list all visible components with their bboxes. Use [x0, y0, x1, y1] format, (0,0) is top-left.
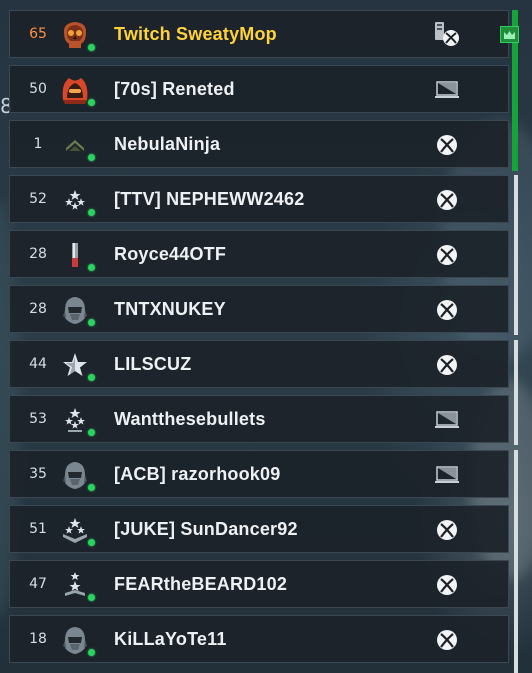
xbox-icon: [433, 131, 461, 159]
xbox-icon: [433, 186, 461, 214]
player-level: 28: [29, 301, 47, 317]
online-status-dot: [88, 44, 95, 51]
player-row[interactable]: 28 Royce44OTF: [9, 230, 509, 278]
player-level: 44: [29, 356, 47, 372]
online-status-dot: [88, 649, 95, 656]
player-row[interactable]: 35 [ACB] razorhook09: [9, 450, 509, 498]
player-name: FEARtheBEARD102: [114, 573, 288, 594]
player-row[interactable]: 1 NebulaNinja: [9, 120, 509, 168]
player-level: 53: [29, 411, 47, 427]
star-cluster-rank-icon: [59, 184, 91, 216]
player-row[interactable]: 52 [TTV] NEPHEWW2462: [9, 175, 509, 223]
player-row[interactable]: 44 LILSCUZ: [9, 340, 509, 388]
player-name: [TTV] NEPHEWW2462: [114, 188, 305, 209]
scrollbar-track-segment: [514, 450, 518, 673]
spartan-fire-emblem: [59, 74, 91, 106]
online-status-dot: [88, 594, 95, 601]
scrollbar-track-segment: [514, 175, 518, 335]
player-row[interactable]: 18 KiLLaYoTe11: [9, 615, 509, 663]
xbox-icon: [433, 571, 461, 599]
player-name: [JUKE] SunDancer92: [114, 518, 298, 539]
pc-icon: [433, 76, 461, 104]
player-row[interactable]: 53 Wantthesebullets: [9, 395, 509, 443]
online-status-dot: [88, 539, 95, 546]
online-status-dot: [88, 264, 95, 271]
player-roster: 65 Twitch SweatyMop 50 [70s] Reneted 1 N…: [9, 10, 509, 670]
star-wings-rank-icon: [59, 514, 91, 546]
player-row[interactable]: 51 [JUKE] SunDancer92: [9, 505, 509, 553]
player-name: [ACB] razorhook09: [114, 463, 281, 484]
player-level: 51: [29, 521, 47, 537]
online-status-dot: [88, 209, 95, 216]
online-status-dot: [88, 484, 95, 491]
xbox-icon: [433, 626, 461, 654]
scrollbar-track-segment: [514, 340, 518, 445]
flaming-skull-emblem: [59, 19, 91, 51]
player-name: Wantthesebullets: [114, 408, 266, 429]
xbox-icon: [433, 241, 461, 269]
player-name: TNTXNUKEY: [114, 298, 226, 319]
star-tower-rank-icon: [59, 569, 91, 601]
online-status-dot: [88, 99, 95, 106]
player-level: 18: [29, 631, 47, 647]
player-name: LILSCUZ: [114, 353, 192, 374]
player-name: NebulaNinja: [114, 133, 221, 154]
online-status-dot: [88, 429, 95, 436]
online-status-dot: [88, 154, 95, 161]
player-row[interactable]: 65 Twitch SweatyMop: [9, 10, 509, 58]
xbox-icon: [433, 296, 461, 324]
player-name: KiLLaYoTe11: [114, 628, 227, 649]
pc-xbox-icon: [433, 21, 461, 49]
player-level: 50: [29, 81, 47, 97]
star-cluster-rank-icon: [59, 404, 91, 436]
player-row[interactable]: 28 TNTXNUKEY: [9, 285, 509, 333]
spartan-helmet-emblem: [59, 459, 91, 491]
xbox-icon: [433, 351, 461, 379]
player-name: Royce44OTF: [114, 243, 227, 264]
player-name: [70s] Reneted: [114, 78, 235, 99]
xbox-icon: [433, 516, 461, 544]
online-status-dot: [88, 319, 95, 326]
player-level: 65: [29, 26, 47, 42]
online-status-dot: [88, 374, 95, 381]
player-row[interactable]: 50 [70s] Reneted: [9, 65, 509, 113]
spartan-helmet-emblem: [59, 624, 91, 656]
spartan-helmet-emblem: [59, 294, 91, 326]
pc-icon: [433, 406, 461, 434]
player-level: 52: [29, 191, 47, 207]
blade-emblem: [59, 239, 91, 271]
pc-icon: [433, 461, 461, 489]
player-level: 28: [29, 246, 47, 262]
star-rank-icon: [59, 349, 91, 381]
player-row[interactable]: 47 FEARtheBEARD102: [9, 560, 509, 608]
chevron-rank-icon: [59, 129, 91, 161]
player-level: 1: [33, 136, 43, 152]
player-level: 35: [29, 466, 47, 482]
player-name: Twitch SweatyMop: [114, 23, 277, 44]
player-level: 47: [29, 576, 47, 592]
crown-icon: [500, 26, 519, 43]
